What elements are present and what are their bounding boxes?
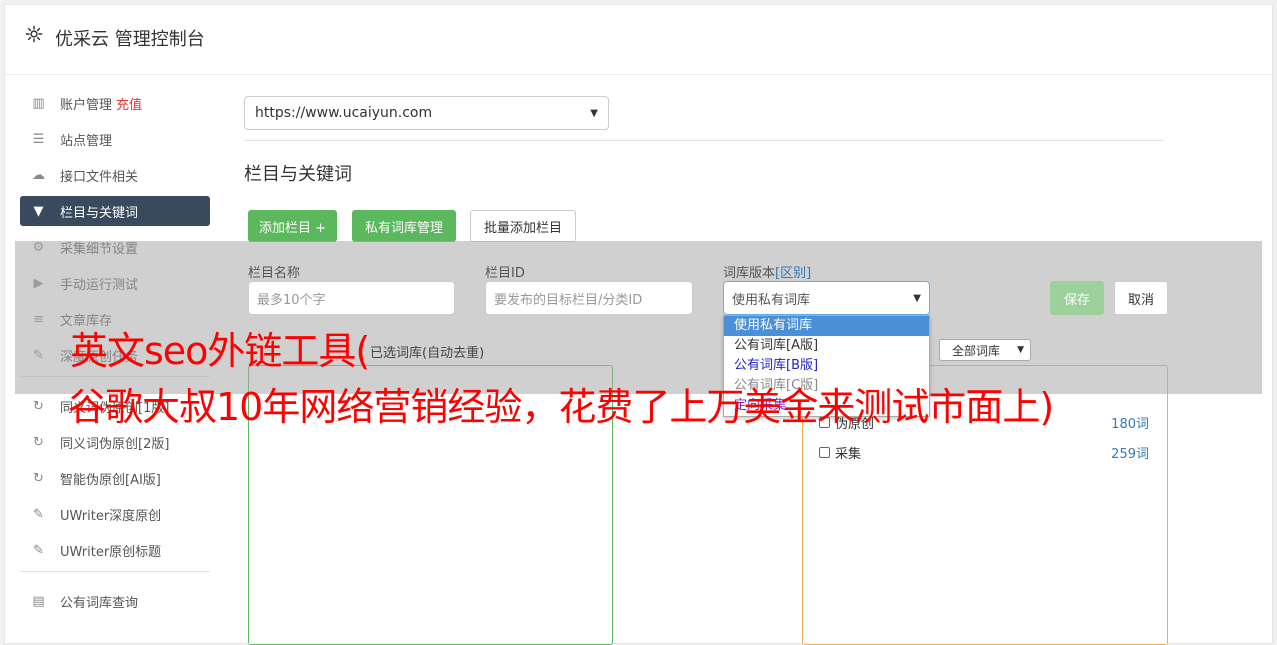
dropdown-option[interactable]: 使用私有词库 xyxy=(724,316,929,336)
lib-version-select[interactable]: 使用私有词库 ▼ xyxy=(723,281,930,315)
sidebar-item-label: UWriter原创标题 xyxy=(60,544,162,560)
sidebar-item-label: 接口文件相关 xyxy=(60,169,139,185)
bar-chart-icon: ▥ xyxy=(32,95,45,111)
refresh-icon: ↻ xyxy=(33,434,44,450)
site-select[interactable]: https://www.ucaiyun.com ▼ xyxy=(244,96,609,130)
list-item[interactable]: 采集 xyxy=(819,443,861,462)
sidebar-item[interactable]: ✎ UWriter原创标题 xyxy=(20,535,210,565)
dropdown-option[interactable]: 公有词库[B版] xyxy=(724,356,929,376)
book-icon: ▤ xyxy=(32,593,45,609)
header: 优采云 管理控制台 xyxy=(5,5,1272,75)
column-id-label: 栏目ID xyxy=(485,266,525,281)
difference-link[interactable]: [区别] xyxy=(775,266,811,281)
chevron-down-icon: ▼ xyxy=(1017,345,1024,355)
sidebar-item[interactable]: ↻ 同义词伪原创[2版] xyxy=(20,427,210,457)
dropdown-option[interactable]: 公有词库[A版] xyxy=(724,336,929,356)
sidebar-item[interactable]: ▥ 账户管理 充值 xyxy=(20,88,210,118)
site-select-value: https://www.ucaiyun.com xyxy=(255,105,433,121)
lib-version-label: 词库版本[区别] xyxy=(723,266,812,281)
server-icon: ☰ xyxy=(32,131,45,147)
refresh-icon: ↻ xyxy=(33,398,44,414)
sidebar-item[interactable]: ✎ UWriter深度原创 xyxy=(20,499,210,529)
save-button[interactable]: 保存 xyxy=(1050,281,1104,315)
gear-icon xyxy=(25,25,43,43)
sidebar-divider xyxy=(20,571,210,572)
checkbox[interactable] xyxy=(819,447,830,458)
column-name-input[interactable]: 最多10个字 xyxy=(248,281,455,315)
chevron-down-icon: ▼ xyxy=(913,292,921,304)
add-column-button[interactable]: 添加栏目 + xyxy=(248,210,337,242)
refresh-icon: ↻ xyxy=(33,470,44,486)
recharge-link[interactable]: 充值 xyxy=(116,94,142,113)
sidebar-item[interactable]: ☰ 站点管理 xyxy=(20,124,210,154)
sidebar-item[interactable]: ▤ 公有词库查询 xyxy=(20,586,210,616)
private-lib-button[interactable]: 私有词库管理 xyxy=(352,210,456,242)
divider xyxy=(244,140,1164,141)
column-name-label: 栏目名称 xyxy=(248,266,301,281)
overlay-caption-line1: 英文seo外链工具( xyxy=(70,329,370,373)
selected-lib-label: 已选词库(自动去重) xyxy=(370,346,485,361)
overlay-caption-line2: 谷歌大叔10年网络营销经验，花费了上万美金来测试市面上) xyxy=(68,385,1054,429)
sidebar-item-label: 账户管理 xyxy=(60,97,113,113)
sidebar-item[interactable]: ☁ 接口文件相关 xyxy=(20,160,210,190)
sidebar-item-label: 公有词库查询 xyxy=(60,595,139,611)
cancel-button[interactable]: 取消 xyxy=(1114,281,1168,315)
sidebar-item-label: 智能伪原创[AI版] xyxy=(60,472,161,488)
page-title: 优采云 管理控制台 xyxy=(55,29,205,50)
cloud-upload-icon: ☁ xyxy=(32,167,45,183)
batch-add-column-button[interactable]: 批量添加栏目 xyxy=(470,210,576,242)
word-count: 259词 xyxy=(1111,447,1149,462)
sidebar-item-label: UWriter深度原创 xyxy=(60,508,162,524)
column-id-input[interactable]: 要发布的目标栏目/分类ID xyxy=(485,281,693,315)
sidebar-item[interactable]: ↻ 智能伪原创[AI版] xyxy=(20,463,210,493)
edit-icon: ✎ xyxy=(33,506,44,522)
sidebar-item-label: 站点管理 xyxy=(60,133,113,149)
lib-filter-select[interactable]: 全部词库 ▼ xyxy=(939,339,1031,361)
chevron-down-icon: ▼ xyxy=(590,107,598,119)
sidebar-item-label: 栏目与关键词 xyxy=(60,205,139,221)
sidebar-item[interactable]: ▼ 栏目与关键词 xyxy=(20,196,210,226)
sidebar-item-label: 同义词伪原创[2版] xyxy=(60,436,170,452)
section-title: 栏目与关键词 xyxy=(244,164,352,185)
word-count: 180词 xyxy=(1111,417,1149,432)
filter-icon: ▼ xyxy=(33,203,44,219)
edit-icon: ✎ xyxy=(33,542,44,558)
